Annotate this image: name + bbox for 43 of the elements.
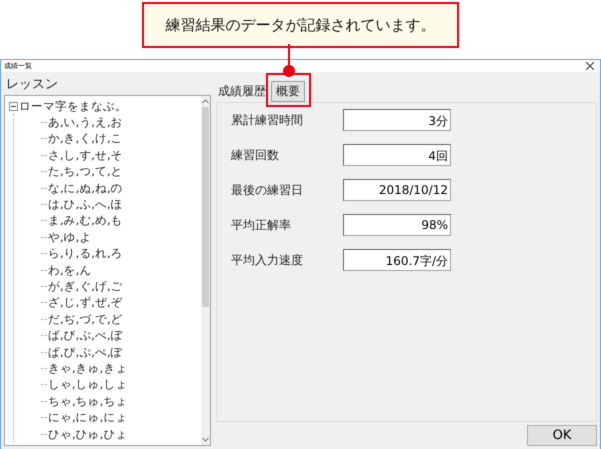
tab[interactable]: 成績履歴 [216,81,268,102]
tree-item[interactable]: ぱ,ぴ,ぷ,ぺ,ぽ [48,344,123,360]
close-icon[interactable] [586,62,594,70]
tree-item[interactable]: あ,い,う,え,お [48,115,123,130]
lesson-label: レッスン [5,76,59,94]
value-field[interactable]: 98% [343,214,451,236]
tree-item[interactable]: か,き,く,け,こ [48,131,123,146]
tab[interactable]: 概要 [271,81,305,102]
value-field[interactable]: 160.7字/分 [343,249,451,271]
tree-item[interactable]: が,ぎ,ぐ,げ,ご [48,278,123,294]
value-field[interactable]: 3分 [343,109,451,131]
tree-item[interactable]: ら,り,る,れ,ろ [48,246,123,262]
scrollbar[interactable] [201,96,210,445]
tree-item[interactable]: ざ,じ,ず,ぜ,ぞ [48,295,123,310]
field-label: 平均入力速度 [231,252,304,268]
tree-item[interactable]: ローマ字をまなぶ。 [19,98,127,114]
lesson-tree[interactable]: ローマ字をまなぶ。 あ,い,う,え,お か,き,く,け,こ さ,し,す,せ,そ た,ち,つ,て,と な,に,ぬ,ね,の は,ひ,ふ,へ,ほ ま,み,む,め,も や,ゆ,よ ら,り,る,れ,ろ わ,を,ん が,ぎ,ぐ,げ,ご ざ,じ,ず,ぜ,ぞ だ,ぢ,づ,で,ど ば,び,ぶ,べ,ぼ ぱ,ぴ,ぷ,ぺ,ぽ きゃ,きゅ,きょ しゃ,しゅ,しょ ちゃ,ちゅ,ちょ にゃ,にゅ,にょ ひゃ,ひゅ,ひょ [4,95,211,446]
field-label: 累計練習時間 [231,112,304,128]
tree-item[interactable]: にゃ,にゅ,にょ [48,410,128,426]
tree-item[interactable]: は,ひ,ふ,へ,ほ [48,197,123,212]
tree-item[interactable]: さ,し,す,せ,そ [48,148,123,163]
tree-item[interactable]: ひゃ,ひゅ,ひょ [48,426,128,442]
tree-item[interactable]: しゃ,しゅ,しょ [48,377,128,392]
tree-item[interactable]: や,ゆ,よ [48,230,92,245]
tree-item[interactable]: だ,ぢ,づ,で,ど [48,312,123,327]
tree-item[interactable]: きゃ,きゅ,きょ [48,360,128,376]
value-field[interactable]: 4回 [343,144,451,166]
field-label: 練習回数 [231,146,280,164]
scroll-up-icon[interactable] [202,99,209,104]
tree-item[interactable]: ま,み,む,め,も [48,213,123,228]
callout-box: 練習結果のデータが記録されています。 [142,2,459,48]
field-label: 平均正解率 [231,216,292,234]
tree-item[interactable]: た,ち,つ,て,と [48,164,123,180]
tree-item[interactable]: ちゃ,ちゅ,ちょ [48,394,128,409]
tree-item[interactable]: な,に,ぬ,ね,の [48,180,123,196]
tree-item[interactable]: わ,を,ん [48,262,92,278]
pointer-line [283,44,295,78]
scroll-down-icon[interactable] [202,437,209,442]
ok-button[interactable]: OK [527,425,597,446]
tree-item[interactable]: ば,び,ぶ,べ,ぼ [48,328,123,344]
collapse-icon[interactable] [9,102,18,111]
field-label: 最後の練習日 [231,182,304,198]
value-field[interactable]: 2018/10/12 [343,179,451,201]
